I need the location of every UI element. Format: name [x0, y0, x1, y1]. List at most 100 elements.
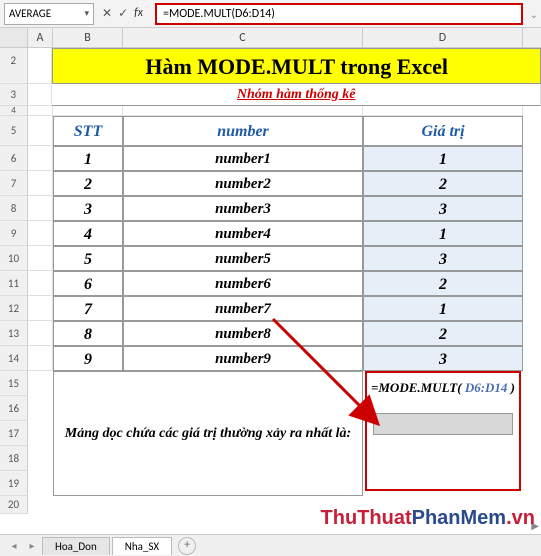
row-header[interactable]: 19 — [0, 471, 28, 496]
tab-hoa-don[interactable]: Hoa_Don — [42, 537, 110, 555]
callout-formula[interactable]: =MODE.MULT( D6:D14 ) — [367, 373, 519, 403]
cell[interactable] — [28, 271, 53, 296]
grid: 2 Hàm MODE.MULT trong Excel 3 Nhóm hàm t… — [0, 48, 541, 521]
accept-icon[interactable]: ✓ — [118, 6, 128, 21]
row-header[interactable]: 16 — [0, 396, 28, 421]
col-header-d[interactable]: D — [363, 28, 523, 47]
cell-number[interactable]: number2 — [123, 171, 363, 196]
cell-value[interactable]: 3 — [363, 196, 523, 221]
name-box[interactable]: AVERAGE ▾ — [4, 3, 94, 25]
cell-value[interactable]: 1 — [363, 296, 523, 321]
row-header[interactable]: 8 — [0, 196, 28, 221]
cell-number[interactable]: number3 — [123, 196, 363, 221]
cell-stt[interactable]: 4 — [53, 221, 123, 246]
cell[interactable] — [123, 106, 363, 116]
cell-value[interactable]: 2 — [363, 171, 523, 196]
cell[interactable] — [28, 346, 53, 371]
col-header-c[interactable]: C — [123, 28, 363, 47]
tab-nav-prev-icon[interactable]: ▸ — [24, 539, 40, 552]
header-stt[interactable]: STT — [53, 116, 123, 146]
cell-value[interactable]: 2 — [363, 271, 523, 296]
cell-value[interactable]: 2 — [363, 321, 523, 346]
page-title[interactable]: Hàm MODE.MULT trong Excel — [52, 48, 541, 84]
row-header[interactable]: 2 — [0, 48, 28, 84]
row-header[interactable]: 10 — [0, 246, 28, 271]
spacer-row: 4 — [0, 106, 541, 116]
callout-ref: D6:D14 — [465, 380, 508, 395]
cell-number[interactable]: number8 — [123, 321, 363, 346]
cell[interactable] — [28, 106, 53, 116]
formula-text: =MODE.MULT(D6:D14) — [163, 7, 275, 21]
cell[interactable] — [53, 106, 123, 116]
sheet-tabs: ◂ ▸ Hoa_Don Nha_SX + — [0, 534, 541, 556]
row-header[interactable]: 4 — [0, 106, 28, 116]
cell-stt[interactable]: 8 — [53, 321, 123, 346]
cell-number[interactable]: number9 — [123, 346, 363, 371]
cell-number[interactable]: number7 — [123, 296, 363, 321]
row-header[interactable]: 12 — [0, 296, 28, 321]
cell[interactable] — [28, 84, 53, 106]
cell[interactable] — [363, 106, 523, 116]
cell-number[interactable]: number6 — [123, 271, 363, 296]
row-header[interactable]: 3 — [0, 84, 28, 106]
cell[interactable] — [28, 48, 53, 84]
table-header-row: 5 STT number Giá trị — [0, 116, 541, 146]
row-header[interactable]: 20 — [0, 496, 28, 514]
cancel-icon[interactable]: ✕ — [102, 6, 112, 21]
merged-description[interactable]: Mảng dọc chứa các giá trị thường xảy ra … — [53, 371, 363, 496]
select-all-corner[interactable] — [0, 28, 28, 47]
cell[interactable] — [28, 246, 53, 271]
cell-value[interactable]: 3 — [363, 346, 523, 371]
cell-stt[interactable]: 6 — [53, 271, 123, 296]
cell-value[interactable]: 3 — [363, 246, 523, 271]
tab-nav-first-icon[interactable]: ◂ — [6, 539, 22, 552]
tab-nha-sx[interactable]: Nha_SX — [112, 537, 172, 555]
cell-value[interactable]: 1 — [363, 146, 523, 171]
header-number[interactable]: number — [123, 116, 363, 146]
row-header[interactable]: 9 — [0, 221, 28, 246]
cell[interactable] — [28, 296, 53, 321]
callout-prefix: =MODE.MULT( — [371, 380, 465, 395]
row-header[interactable]: 14 — [0, 346, 28, 371]
col-header-a[interactable]: A — [28, 28, 53, 47]
add-sheet-button[interactable]: + — [178, 537, 196, 555]
formula-callout: =MODE.MULT( D6:D14 ) — [365, 371, 521, 491]
cell-number[interactable]: number5 — [123, 246, 363, 271]
subtitle[interactable]: Nhóm hàm thống kê — [52, 84, 541, 106]
header-value[interactable]: Giá trị — [363, 116, 523, 146]
cell-number[interactable]: number4 — [123, 221, 363, 246]
cell[interactable] — [28, 196, 53, 221]
expand-formula-icon[interactable]: ⌄ — [530, 8, 538, 21]
title-row: 2 Hàm MODE.MULT trong Excel — [0, 48, 541, 84]
row-header[interactable]: 13 — [0, 321, 28, 346]
row-header[interactable]: 15 — [0, 371, 28, 396]
cell[interactable] — [28, 221, 53, 246]
cell-stt[interactable]: 9 — [53, 346, 123, 371]
cell-stt[interactable]: 5 — [53, 246, 123, 271]
row-header[interactable]: 7 — [0, 171, 28, 196]
row-header[interactable]: 17 — [0, 421, 28, 446]
row-header[interactable]: 18 — [0, 446, 28, 471]
col-header-b[interactable]: B — [53, 28, 123, 47]
dropdown-icon[interactable]: ▾ — [84, 8, 89, 19]
formula-input[interactable]: =MODE.MULT(D6:D14) — [155, 3, 523, 25]
cell[interactable] — [28, 146, 53, 171]
row-header[interactable]: 11 — [0, 271, 28, 296]
row-header[interactable]: 5 — [0, 116, 28, 146]
watermark-a: ThuThuat — [321, 507, 412, 529]
cell[interactable] — [28, 116, 53, 146]
cell[interactable] — [28, 171, 53, 196]
callout-result-cell[interactable] — [373, 413, 513, 435]
cell-stt[interactable]: 2 — [53, 171, 123, 196]
fx-icon[interactable]: fx — [134, 6, 147, 21]
cell[interactable] — [28, 321, 53, 346]
cell-value[interactable]: 1 — [363, 221, 523, 246]
cell-stt[interactable]: 3 — [53, 196, 123, 221]
formula-bar: AVERAGE ▾ ✕ ✓ fx =MODE.MULT(D6:D14) ⌄ — [0, 0, 541, 28]
row-header[interactable]: 6 — [0, 146, 28, 171]
cell-stt[interactable]: 1 — [53, 146, 123, 171]
bottom-area: 15 16 17 18 19 20 Mảng dọc chứa các giá … — [0, 371, 541, 521]
name-box-value: AVERAGE — [9, 7, 51, 20]
cell-number[interactable]: number1 — [123, 146, 363, 171]
cell-stt[interactable]: 7 — [53, 296, 123, 321]
